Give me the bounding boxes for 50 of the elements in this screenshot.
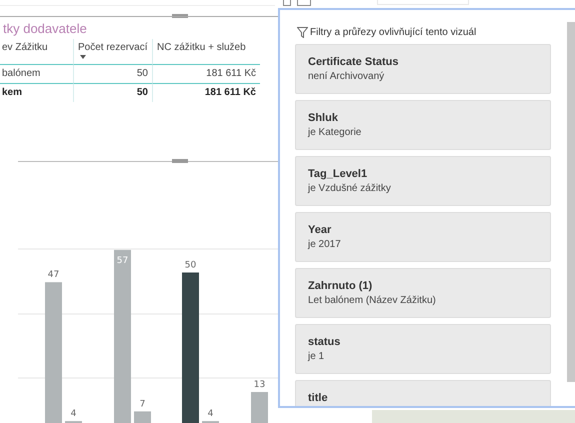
filter-card[interactable]: Year je 2017 [295,212,551,262]
column-header[interactable]: Počet rezervací [73,39,152,65]
data-label: 57 [116,256,128,266]
filter-condition: není Archivovaný [308,71,386,82]
resize-handle[interactable] [172,14,188,18]
filter-field: status [308,336,538,348]
toolbar-icon[interactable] [297,0,311,6]
filter-card[interactable]: Zahrnuto (1) Let balónem (Název Zážitku) [295,268,551,318]
table-title: tky dodavatele [2,21,88,38]
table-cell: 181 611 Kč [152,83,260,102]
sort-arrow-icon [80,55,86,59]
bar[interactable] [182,272,199,423]
data-label: 7 [140,399,146,410]
filter-condition: je 1 [308,351,326,362]
data-label: 13 [254,380,266,390]
filter-card[interactable]: Shluk je Kategorie [295,100,551,150]
filter-field: Tag_Level1 [308,168,538,180]
filter-card[interactable]: title [295,380,551,406]
toolbar-icon[interactable] [283,0,291,6]
bar[interactable] [114,250,131,423]
table-cell: 181 611 Kč [152,65,260,83]
table-cell: kem [0,83,73,102]
popup-heading: Filtry a průřezy ovlivňující tento vizuál [310,27,476,38]
filter-icon [297,27,308,38]
bar[interactable] [45,282,62,423]
filter-card[interactable]: Tag_Level1 je Vzdušné zážitky [295,156,551,206]
filter-condition: je Vzdušné zážitky [308,183,392,194]
data-label: 47 [48,270,60,280]
column-header[interactable]: NC zážitku + služeb [152,39,260,65]
data-label: 50 [184,260,196,270]
filter-field: Certificate Status [308,56,538,68]
column-header[interactable]: ev Zážitku [0,39,73,65]
filter-field: Year [308,224,538,236]
filter-card[interactable]: Certificate Status není Archivovaný [295,44,551,94]
filter-field: Zahrnuto (1) [308,280,538,292]
filter-condition: je Kategorie [308,127,362,138]
scrollbar[interactable] [567,22,575,382]
filter-card[interactable]: status je 1 [295,324,551,374]
bar[interactable] [134,411,151,423]
bar[interactable] [251,392,268,423]
filter-field: Shluk [308,112,538,124]
resize-handle[interactable] [172,159,188,163]
table-cell: 50 [73,65,152,83]
table-cell-text: balónem [1,67,42,81]
data-label: 4 [208,409,214,420]
filter-field: title [308,392,538,404]
data-label: 4 [70,409,76,420]
filter-condition: Let balónem (Název Zážitku) [308,295,437,306]
filter-condition: je 2017 [308,239,342,250]
table-cell: 50 [73,83,152,102]
